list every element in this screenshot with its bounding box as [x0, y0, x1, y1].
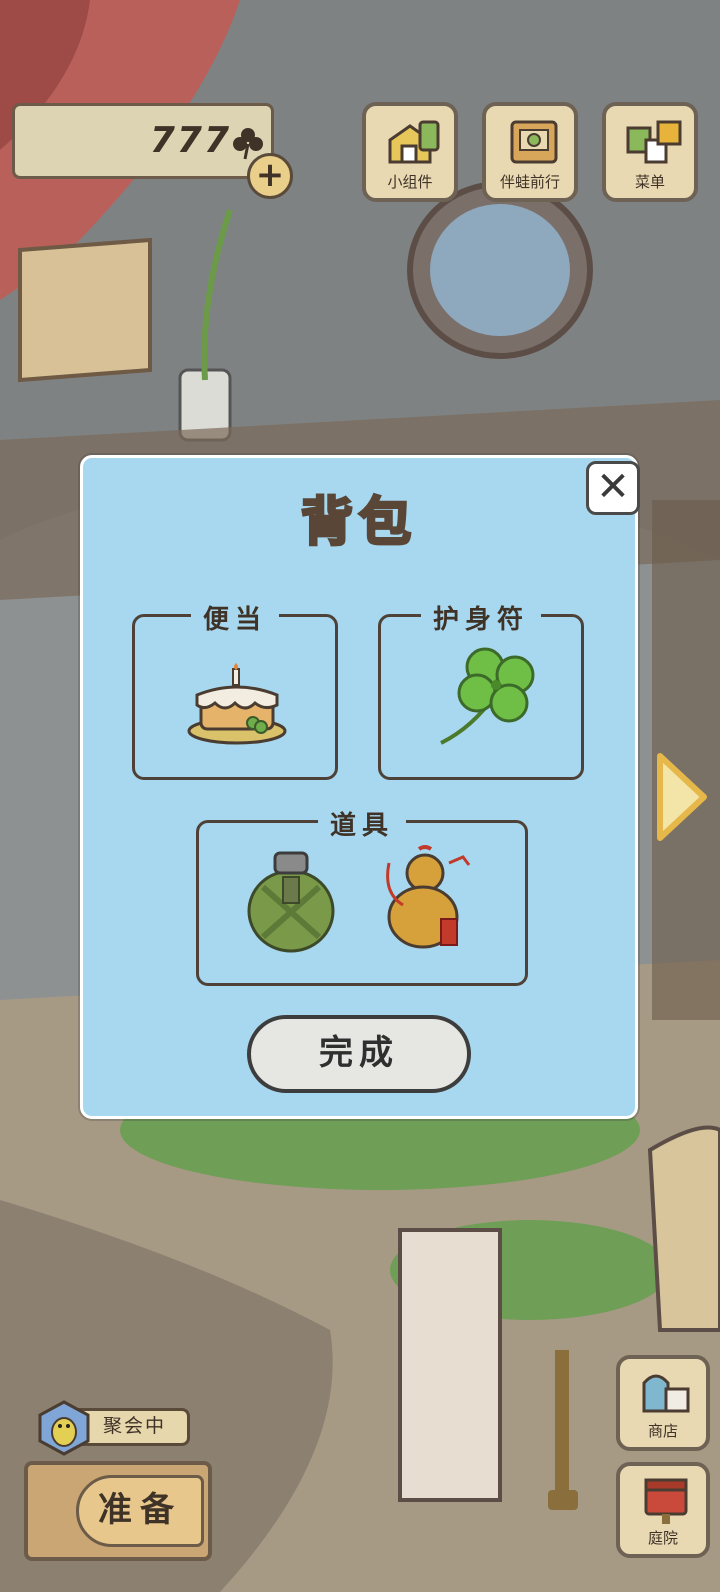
- companion-label: 伴蛙前行: [499, 173, 560, 191]
- companion-button[interactable]: 伴蛙前行: [482, 102, 578, 202]
- widgets-label: 小组件: [387, 173, 433, 191]
- dialog-title: 背包: [299, 492, 417, 555]
- gourd-icon: [386, 845, 471, 949]
- shop-bag-icon: [642, 1374, 690, 1413]
- add-clover-button[interactable]: +: [247, 153, 293, 199]
- lunch-slot[interactable]: 便当: [132, 605, 338, 780]
- shop-label: 商店: [647, 1422, 678, 1440]
- charm-slot[interactable]: 护身符: [378, 605, 584, 780]
- prepare-button[interactable]: 准备: [24, 1461, 212, 1561]
- tools-label: 道具: [317, 811, 406, 841]
- prepare-label: 准备: [76, 1475, 204, 1547]
- canteen-icon: [247, 851, 335, 953]
- charm-label: 护身符: [420, 605, 541, 635]
- lunch-label: 便当: [190, 605, 279, 635]
- clover-counter: 777: [12, 103, 274, 179]
- four-leaf-clover-icon: [440, 647, 535, 745]
- widgets-icon: [388, 120, 440, 164]
- mailbox-icon: [644, 1478, 688, 1524]
- widgets-button[interactable]: 小组件: [362, 102, 458, 202]
- menu-label: 菜单: [634, 173, 665, 191]
- yard-label: 庭院: [647, 1529, 678, 1547]
- menu-button[interactable]: 菜单: [602, 102, 698, 202]
- menu-icon: [626, 120, 682, 164]
- cake-icon: [187, 663, 287, 745]
- clover-count: 777: [149, 120, 231, 161]
- next-arrow-icon[interactable]: [654, 750, 710, 844]
- frog-avatar-icon[interactable]: [36, 1400, 92, 1456]
- journey-book-icon: [510, 120, 558, 164]
- shop-button[interactable]: 商店: [616, 1355, 710, 1451]
- tools-slot[interactable]: 道具: [196, 811, 528, 986]
- done-button[interactable]: 完成: [247, 1015, 471, 1093]
- yard-button[interactable]: 庭院: [616, 1462, 710, 1558]
